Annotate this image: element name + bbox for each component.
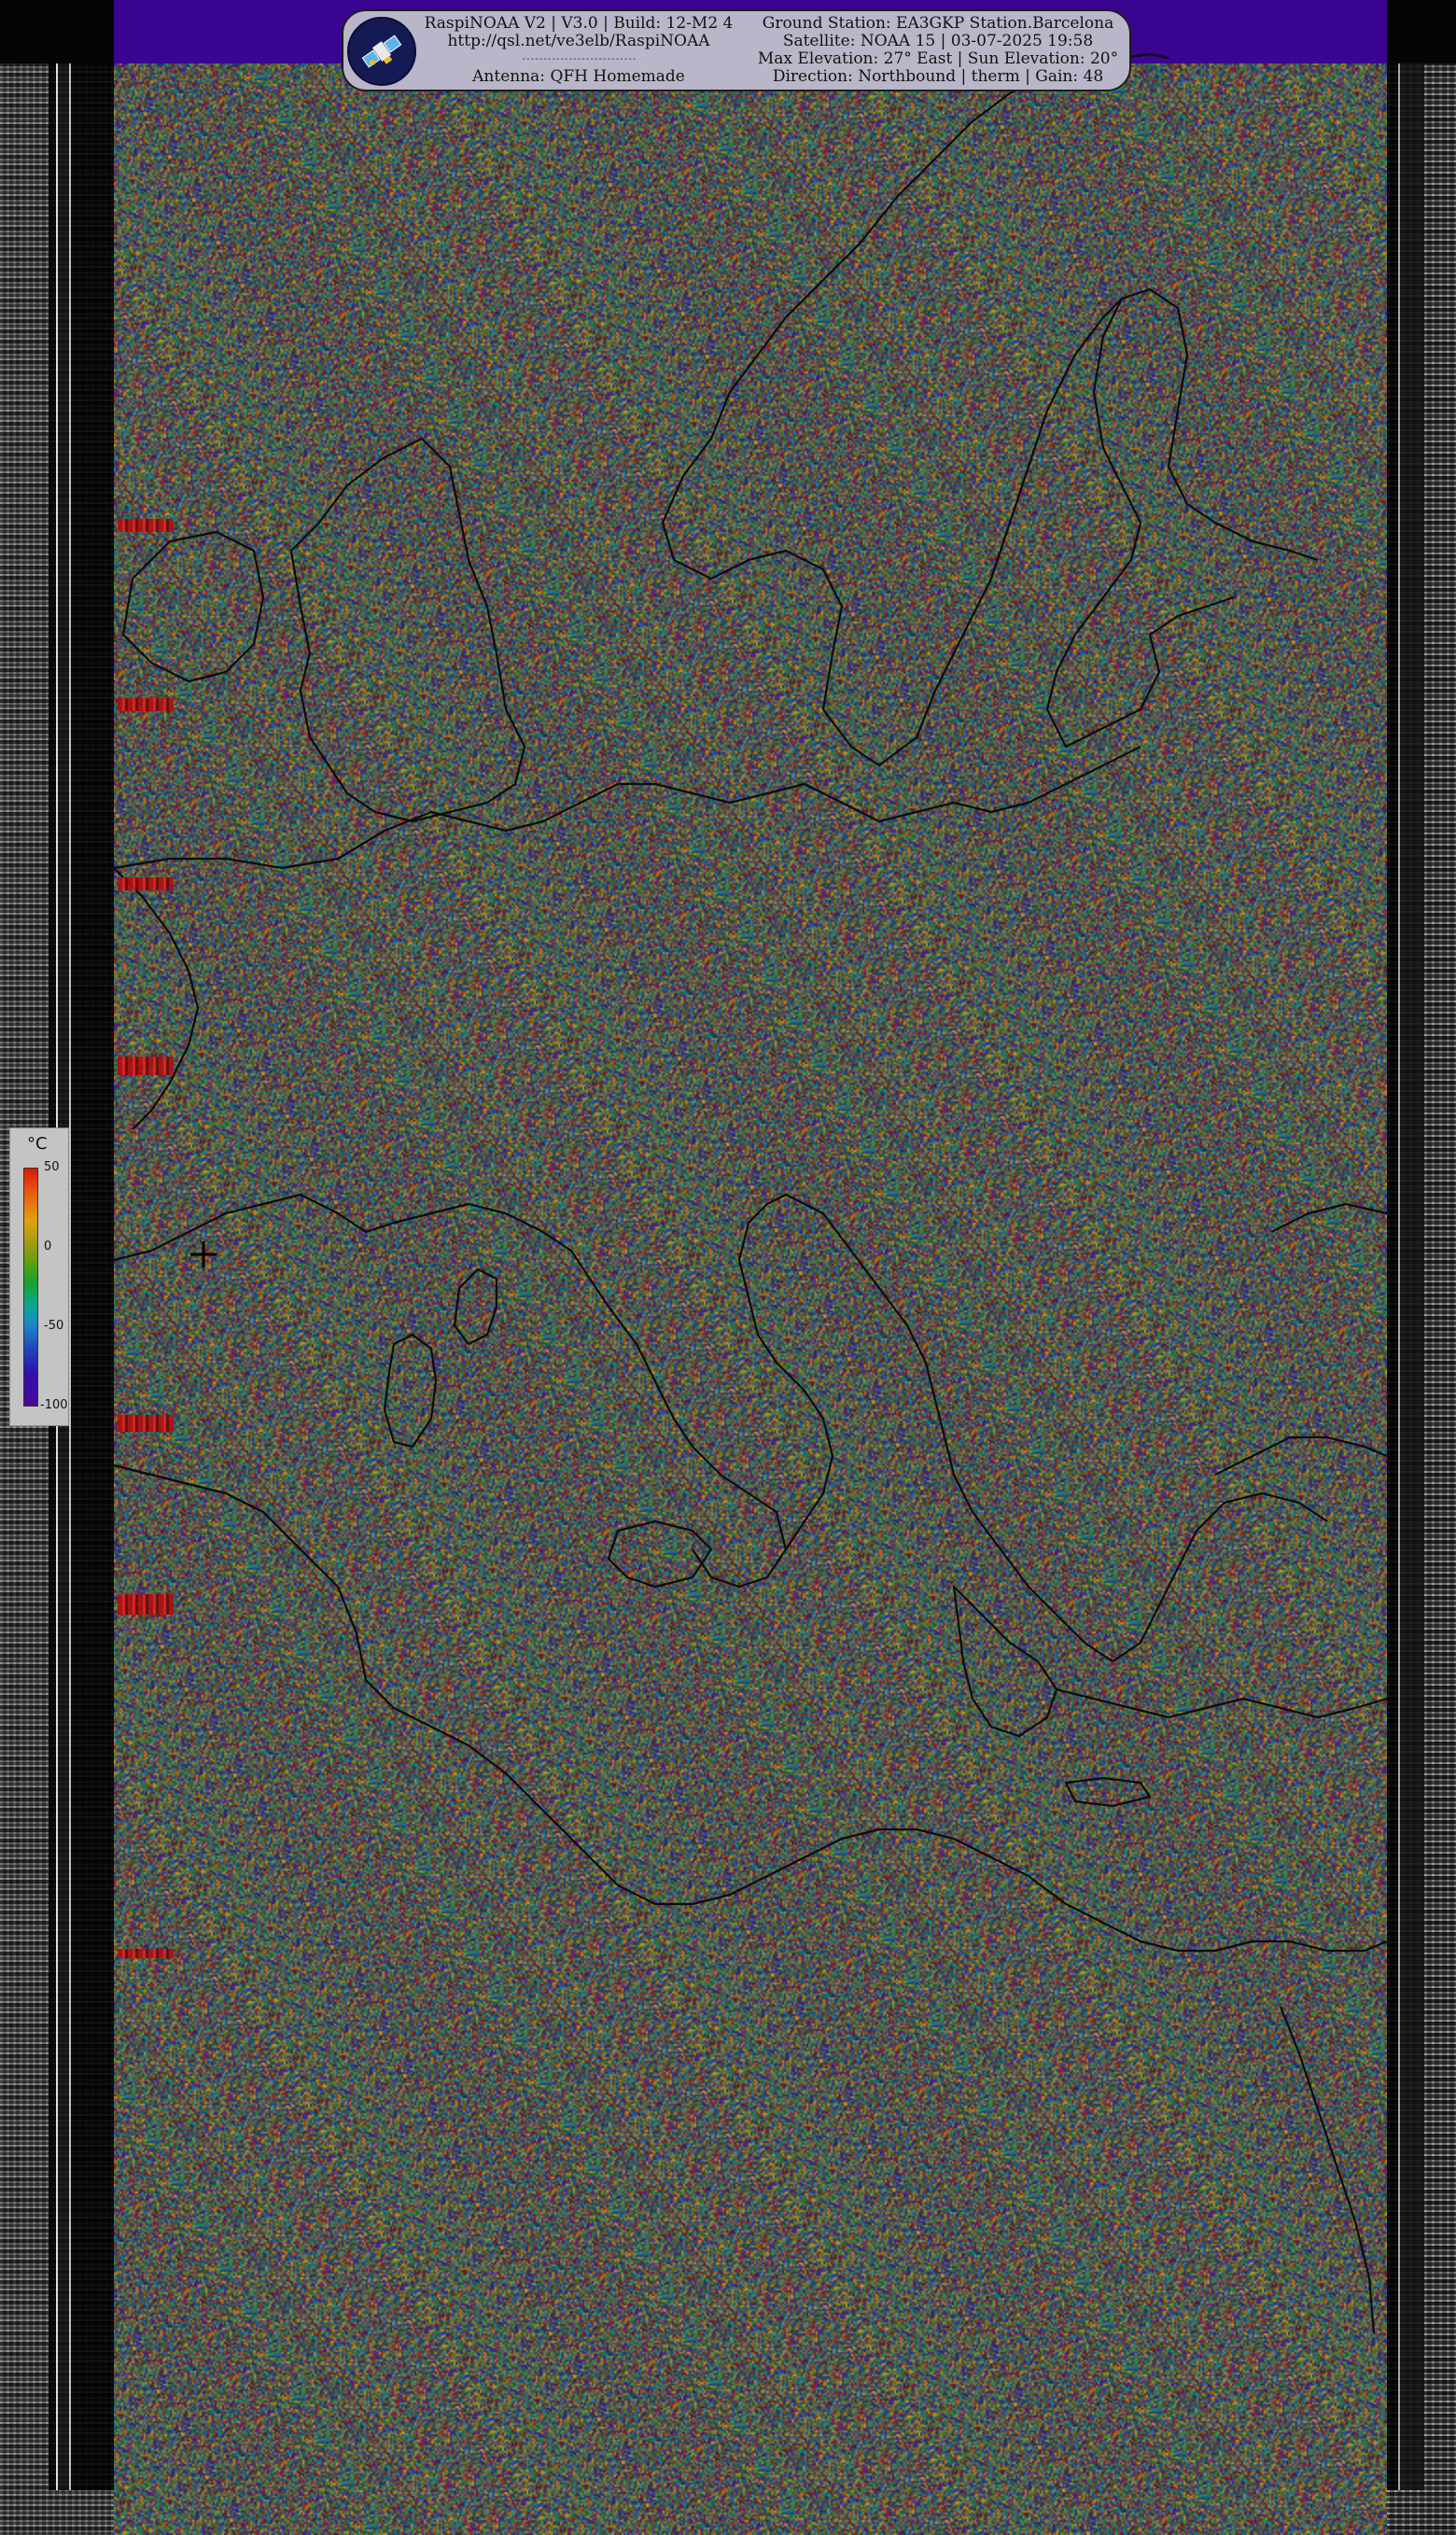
satellite-info: Satellite: NOAA 15 | 03-07-2025 19:58 (782, 32, 1094, 50)
coast-gulf-lion (114, 1193, 609, 1308)
crosshair-icon (190, 1241, 217, 1268)
legend-unit: °C (27, 1134, 48, 1154)
telemetry-red-mark (118, 1594, 174, 1615)
coast-red-sea (1279, 2006, 1376, 2334)
direction-info: Direction: Northbound | therm | Gain: 48 (772, 67, 1104, 86)
ground-station: Ground Station: EA3GKP Station.Barcelona (762, 14, 1114, 33)
coast-north-africa (114, 1464, 1387, 1953)
header-divider: - - - - - - - - - - - - - - - - - - - - … (522, 54, 637, 64)
satellite-map (114, 0, 1387, 2535)
telemetry-red-mark (118, 519, 174, 532)
coast-britain (289, 437, 526, 823)
software-version: RaspiNOAA V2 | V3.0 | Build: 12-M2 4 (424, 14, 734, 33)
legend-tick: 50 (44, 1160, 60, 1174)
telemetry-red-mark (118, 1057, 174, 1075)
coast-crete (1064, 1776, 1152, 1808)
coastline-overlay (114, 52, 1387, 2334)
header-right-column: Ground Station: EA3GKP Station.Barcelona… (747, 15, 1129, 86)
telemetry-red-mark (118, 698, 174, 711)
coast-italy (608, 1194, 834, 1589)
coast-continent-north (114, 746, 1141, 870)
legend-tick: -50 (44, 1319, 64, 1333)
elevation-info: Max Elevation: 27° East | Sun Elevation:… (757, 49, 1119, 68)
legend-color-bar (23, 1168, 38, 1407)
coast-turkey (1056, 1688, 1387, 1719)
coast-baltic (1045, 298, 1235, 749)
coast-scandinavia (661, 52, 1319, 767)
legend-tick: -100 (40, 1398, 68, 1412)
telemetry-red-mark (118, 877, 174, 890)
coast-corsica (453, 1268, 498, 1346)
telemetry-red-mark (118, 1949, 174, 1958)
right-telemetry-bars (1387, 63, 1424, 2490)
telemetry-red-mark (118, 1415, 174, 1432)
header-left-column: RaspiNOAA V2 | V3.0 | Build: 12-M2 4 htt… (411, 15, 747, 86)
coast-balkans (785, 1194, 1113, 1662)
coast-greece (952, 1492, 1328, 1738)
legend-tick: 0 (44, 1239, 52, 1253)
satellite-icon (347, 17, 416, 86)
project-url[interactable]: http://qsl.net/ve3elb/RaspiNOAA (411, 33, 747, 50)
right-strip-top (1387, 0, 1456, 63)
antenna-info: Antenna: QFH Homemade (472, 67, 685, 86)
coast-black-sea (1214, 1202, 1387, 1476)
coast-ireland (121, 530, 265, 683)
temperature-legend: °C 50 0 -50 -100 (9, 1127, 69, 1426)
left-strip-top (0, 0, 114, 63)
coast-france (114, 867, 200, 1130)
coast-sardinia (383, 1333, 438, 1449)
